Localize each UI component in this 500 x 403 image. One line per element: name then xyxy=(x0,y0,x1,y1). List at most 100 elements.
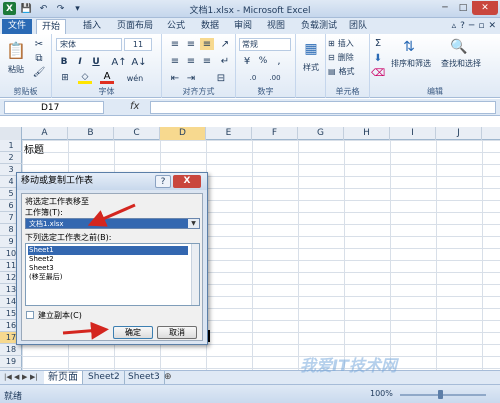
merge-center-icon[interactable]: ⊟ xyxy=(210,72,232,84)
close-button[interactable]: ✕ xyxy=(472,1,498,15)
first-sheet-icon[interactable]: |◀ xyxy=(4,373,12,381)
tab-load-test[interactable]: 负载测试 xyxy=(296,19,342,34)
tab-formulas[interactable]: 公式 xyxy=(162,19,190,34)
tab-file[interactable]: 文件 xyxy=(2,19,32,34)
format-painter-icon[interactable]: 🖌 xyxy=(32,66,46,78)
select-all-corner[interactable] xyxy=(0,127,22,140)
sheet-list-item[interactable]: Sheet3 xyxy=(28,264,54,273)
sheet-tab-sheet2[interactable]: Sheet2 xyxy=(84,371,125,385)
underline-button[interactable]: U xyxy=(90,56,102,68)
minimize-button[interactable]: ─ xyxy=(436,1,454,15)
tab-home[interactable]: 开始 xyxy=(36,19,67,34)
sheet-list-item[interactable]: Sheet2 xyxy=(28,255,54,264)
wrap-text-icon[interactable]: ↵ xyxy=(218,55,232,67)
tab-page-layout[interactable]: 页面布局 xyxy=(112,19,158,34)
increase-indent-icon[interactable]: ⇥ xyxy=(184,72,198,84)
tab-data[interactable]: 数据 xyxy=(196,19,224,34)
styles-icon[interactable]: ▦ xyxy=(300,38,322,60)
prev-sheet-icon[interactable]: ◀ xyxy=(14,373,19,381)
cut-icon[interactable]: ✂ xyxy=(32,38,46,50)
minimize-ribbon-icon[interactable]: ▵ xyxy=(452,21,457,31)
align-left-icon[interactable]: ≡ xyxy=(168,55,182,67)
tab-insert[interactable]: 插入 xyxy=(78,19,106,34)
cell-a1[interactable]: 标题 xyxy=(24,141,44,156)
increase-decimal-icon[interactable]: .0 xyxy=(244,72,262,84)
decrease-decimal-icon[interactable]: .00 xyxy=(266,72,284,84)
last-sheet-icon[interactable]: ▶| xyxy=(30,373,38,381)
format-cells-button[interactable]: ▤ 格式 xyxy=(328,65,368,77)
tab-view[interactable]: 视图 xyxy=(262,19,290,34)
insert-cells-button[interactable]: ⊞ 插入 xyxy=(328,37,368,49)
formula-input[interactable] xyxy=(150,101,496,114)
help-icon[interactable]: ? xyxy=(460,21,465,31)
paste-label[interactable]: 粘贴 xyxy=(3,64,29,74)
number-format-select[interactable]: 常规 xyxy=(239,38,291,51)
find-select-label[interactable]: 查找和选择 xyxy=(436,58,486,68)
workbook-restore-icon[interactable]: ▫ xyxy=(478,21,484,31)
workbook-minimize-icon[interactable]: ─ xyxy=(469,21,474,31)
column-header-a[interactable]: A xyxy=(22,127,68,140)
insert-function-icon[interactable]: fx xyxy=(130,101,139,112)
fill-icon[interactable]: ⬇ xyxy=(372,52,384,64)
column-header-g[interactable]: G xyxy=(298,127,344,140)
tab-team[interactable]: 团队 xyxy=(344,19,372,34)
tab-review[interactable]: 审阅 xyxy=(229,19,257,34)
sort-filter-icon[interactable]: ⇅ xyxy=(398,37,420,57)
next-sheet-icon[interactable]: ▶ xyxy=(22,373,27,381)
sheet-list[interactable]: Sheet1 Sheet2 Sheet3 (移至最后) xyxy=(25,243,200,306)
align-center-icon[interactable]: ≡ xyxy=(184,55,198,67)
clear-icon[interactable]: ⌫ xyxy=(371,67,385,79)
cancel-button[interactable]: 取消 xyxy=(157,326,197,339)
sheet-list-item[interactable]: Sheet1 xyxy=(28,246,188,255)
insert-sheet-icon[interactable]: ⊕ xyxy=(164,372,172,382)
comma-icon[interactable]: , xyxy=(272,55,286,67)
sheet-tab-sheet3[interactable]: Sheet3 xyxy=(124,371,165,385)
column-header-d[interactable]: D xyxy=(160,127,206,140)
align-top-icon[interactable]: ≡ xyxy=(168,38,182,50)
zoom-slider-track[interactable] xyxy=(400,394,486,396)
font-name-select[interactable]: 宋体 xyxy=(56,38,122,51)
sort-filter-label[interactable]: 排序和筛选 xyxy=(386,58,436,68)
align-middle-icon[interactable]: ≡ xyxy=(184,38,198,50)
row-header-2[interactable]: 2 xyxy=(0,152,22,164)
maximize-button[interactable]: □ xyxy=(454,1,472,15)
column-header-b[interactable]: B xyxy=(68,127,114,140)
workbook-select[interactable]: 文档1.xlsx ▼ xyxy=(25,218,200,229)
italic-button[interactable]: I xyxy=(74,56,86,68)
decrease-indent-icon[interactable]: ⇤ xyxy=(168,72,182,84)
row-header-1[interactable]: 1 xyxy=(0,140,22,152)
zoom-level[interactable]: 100% xyxy=(370,389,393,398)
dialog-help-button[interactable]: ? xyxy=(155,175,171,188)
styles-button-label[interactable]: 样式 xyxy=(296,62,326,72)
column-header-f[interactable]: F xyxy=(252,127,298,140)
column-header-e[interactable]: E xyxy=(206,127,252,140)
ok-button[interactable]: 确定 xyxy=(113,326,153,339)
sheet-list-item[interactable]: (移至最后) xyxy=(28,273,62,282)
zoom-slider-handle[interactable] xyxy=(438,390,443,399)
autosum-icon[interactable]: Σ xyxy=(372,37,384,49)
find-select-icon[interactable]: 🔍 xyxy=(448,37,470,57)
font-size-select[interactable]: 11 xyxy=(124,38,152,51)
delete-cells-button[interactable]: ⊟ 删除 xyxy=(328,51,368,63)
sheet-list-scrollbar[interactable] xyxy=(191,244,199,305)
column-header-h[interactable]: H xyxy=(344,127,390,140)
column-header-j[interactable]: J xyxy=(436,127,482,140)
create-copy-checkbox[interactable] xyxy=(26,311,34,319)
create-copy-label[interactable]: 建立副本(C) xyxy=(38,310,82,321)
shrink-font-icon[interactable]: A↓ xyxy=(131,56,146,68)
dialog-close-button[interactable]: X xyxy=(173,175,201,188)
grow-font-icon[interactable]: A↑ xyxy=(111,56,126,68)
row-header-19[interactable]: 19 xyxy=(0,356,22,368)
bold-button[interactable]: B xyxy=(58,56,70,68)
align-bottom-icon[interactable]: ≡ xyxy=(200,38,214,50)
chevron-down-icon[interactable]: ▼ xyxy=(188,219,199,228)
font-color-icon[interactable]: A xyxy=(100,71,114,84)
align-right-icon[interactable]: ≡ xyxy=(200,55,214,67)
workbook-close-icon[interactable]: ✕ xyxy=(488,21,496,31)
column-header-c[interactable]: C xyxy=(114,127,160,140)
percent-icon[interactable]: % xyxy=(256,55,270,67)
copy-icon[interactable]: ⧉ xyxy=(32,52,46,64)
row-header-18[interactable]: 18 xyxy=(0,344,22,356)
sheet-tab-new-page[interactable]: 新页面 xyxy=(44,371,83,385)
border-icon[interactable]: ⊞ xyxy=(58,72,72,84)
